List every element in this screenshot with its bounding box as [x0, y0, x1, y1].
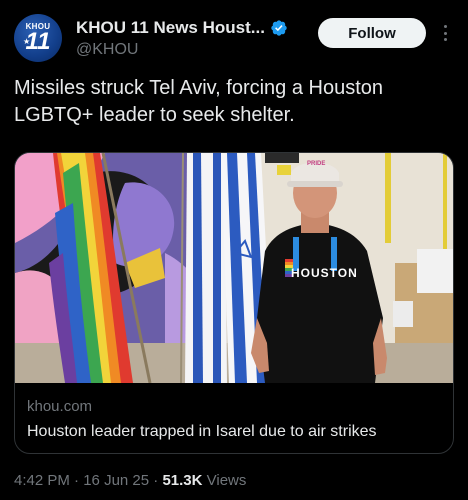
account-name[interactable]: KHOU 11 News Houst...	[76, 18, 265, 38]
tweet-header: KHOU 11 ★ KHOU 11 News Houst... @KHOU Fo…	[14, 12, 454, 62]
shirt-text: HOUSTON	[291, 266, 358, 280]
follow-button[interactable]: Follow	[318, 18, 426, 48]
tweet-time[interactable]: 4:42 PM	[14, 472, 70, 489]
avatar[interactable]: KHOU 11 ★	[14, 14, 62, 62]
view-count: 51.3K	[162, 472, 203, 489]
separator: ·	[69, 472, 84, 489]
link-card[interactable]: HOUSTON PRIDE khou.com Houston leader tr…	[14, 152, 454, 454]
tweet-text: Missiles struck Tel Aviv, forcing a Hous…	[14, 77, 384, 126]
more-options-icon[interactable]	[438, 22, 452, 44]
tweet-meta: 4:42 PM · 16 Jun 25 · 51.3K Views	[14, 472, 246, 489]
card-photo	[15, 153, 453, 383]
account-name-row: KHOU 11 News Houst...	[76, 18, 288, 38]
card-title[interactable]: Houston leader trapped in Isarel due to …	[27, 423, 377, 441]
card-image[interactable]: HOUSTON PRIDE	[15, 153, 453, 383]
verified-badge-icon	[271, 20, 287, 36]
tweet-date[interactable]: 16 Jun 25	[83, 472, 149, 489]
account-handle[interactable]: @KHOU	[76, 41, 138, 59]
separator: ·	[149, 472, 163, 489]
cap-text: PRIDE	[307, 161, 326, 167]
star-icon: ★	[23, 37, 31, 46]
views-label: Views	[202, 472, 247, 489]
card-domain: khou.com	[27, 398, 93, 415]
